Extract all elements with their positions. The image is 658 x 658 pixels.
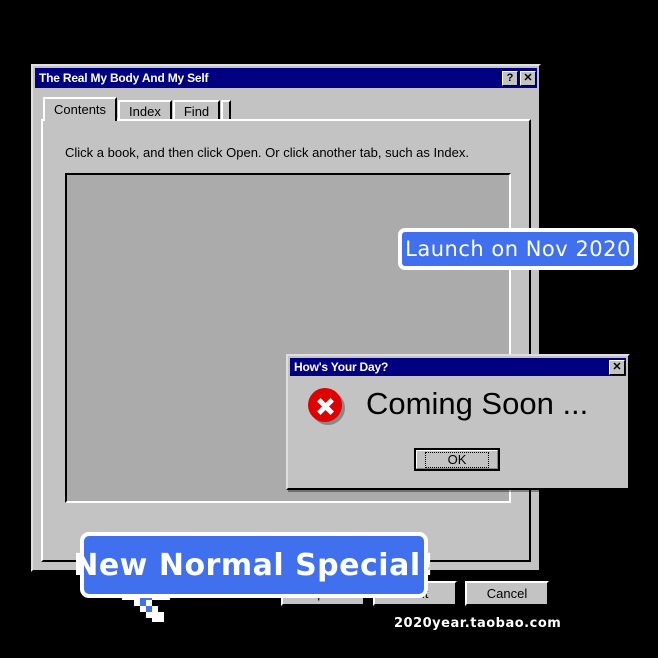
tab-find[interactable]: Find [172, 100, 221, 120]
tab-contents[interactable]: Contents [43, 97, 118, 121]
ok-button[interactable]: OK [414, 448, 500, 471]
titlebar-buttons: ? ✕ [502, 70, 537, 86]
error-dialog-titlebar-buttons: ✕ [609, 359, 626, 375]
window-title: The Real My Body And My Self [39, 71, 209, 85]
tab-index[interactable]: Index [118, 100, 172, 120]
hint-text: Click a book, and then click Open. Or cl… [65, 145, 469, 160]
error-message: Coming Soon ... [366, 386, 589, 421]
tab-filler [221, 100, 232, 120]
speech-bubble-tail-icon [122, 594, 170, 622]
tab-row: Contents Index Find [43, 96, 232, 121]
watermark: 2020year.taobao.com [394, 616, 562, 631]
error-dialog-titlebar[interactable]: How's Your Day? ✕ [290, 358, 626, 376]
launch-date-badge: Launch on Nov 2020 [398, 228, 638, 270]
tab-page-contents: Click a book, and then click Open. Or cl… [41, 119, 549, 606]
close-icon[interactable]: ✕ [609, 359, 625, 375]
help-window: The Real My Body And My Self ? ✕ Content… [31, 64, 549, 606]
error-dialog-title: How's Your Day? [294, 360, 389, 374]
close-icon[interactable]: ✕ [520, 70, 536, 86]
help-icon[interactable]: ? [502, 70, 518, 86]
error-dialog: How's Your Day? ✕ Coming Soon ... OK [286, 354, 630, 490]
new-normal-special-badge: New Normal Special! [73, 532, 434, 598]
window-titlebar[interactable]: The Real My Body And My Self ? ✕ [35, 68, 537, 88]
ok-button-label: OK [424, 451, 490, 468]
cancel-button[interactable]: Cancel [465, 581, 549, 606]
error-x-icon [308, 388, 346, 426]
